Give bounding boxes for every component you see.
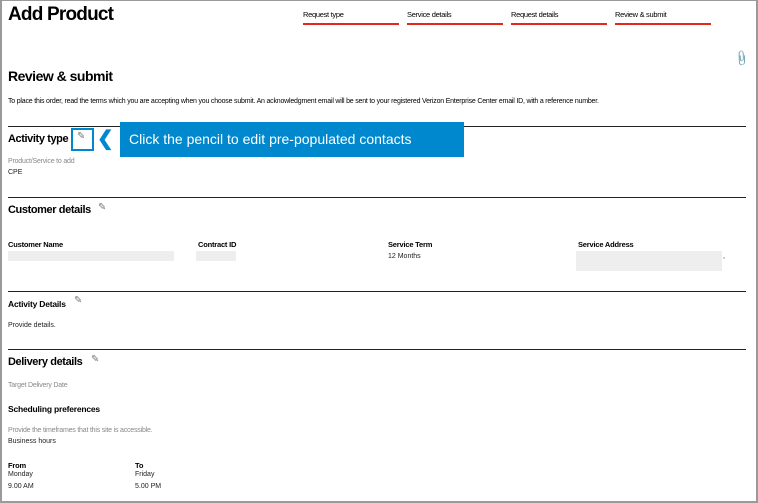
from-label: From: [8, 461, 26, 470]
customer-name-label: Customer Name: [8, 240, 63, 249]
service-address-label: Service Address: [578, 240, 634, 249]
delivery-details-title: Delivery details: [8, 356, 83, 368]
to-day: Friday: [135, 471, 155, 478]
to-label: To: [135, 461, 144, 470]
pencil-icon[interactable]: ✎: [77, 131, 85, 142]
scheduling-value: Business hours: [8, 438, 56, 445]
service-address-value: [576, 251, 722, 271]
activity-type-title: Activity type: [8, 133, 69, 145]
step-request-type[interactable]: Request type: [303, 10, 399, 25]
pencil-icon[interactable]: ✎: [74, 295, 82, 306]
product-label: Product/Service to add: [8, 158, 75, 165]
service-address-comma: ,: [723, 253, 725, 260]
divider: [8, 349, 746, 350]
divider: [8, 291, 746, 292]
step-review-submit[interactable]: Review & submit: [615, 10, 711, 25]
step-request-details[interactable]: Request details: [511, 10, 607, 25]
target-delivery-label: Target Delivery Date: [8, 382, 68, 389]
pencil-icon[interactable]: ✎: [98, 202, 106, 213]
activity-details-value: Provide details.: [8, 322, 56, 329]
contract-id-value: [196, 251, 236, 261]
pencil-icon[interactable]: ✎: [91, 354, 99, 365]
customer-details-title: Customer details: [8, 204, 91, 216]
service-term-label: Service Term: [388, 240, 433, 249]
step-service-details[interactable]: Service details: [407, 10, 503, 25]
scheduling-hint: Provide the timeframes that this site is…: [8, 427, 153, 434]
divider: [8, 197, 746, 198]
from-day: Monday: [8, 471, 33, 478]
chevron-left-icon: ❮: [97, 128, 114, 150]
customer-name-value: [8, 251, 174, 261]
product-value: CPE: [8, 169, 23, 176]
page-title: Add Product: [8, 4, 114, 25]
service-term-value: 12 Months: [388, 253, 421, 260]
review-title: Review & submit: [8, 68, 113, 84]
from-time: 9.00 AM: [8, 483, 34, 490]
review-intro: To place this order, read the terms whic…: [8, 98, 599, 105]
tooltip-callout: Click the pencil to edit pre-populated c…: [120, 122, 464, 157]
contract-id-label: Contract ID: [198, 240, 237, 249]
scheduling-title: Scheduling preferences: [8, 404, 100, 414]
to-time: 5.00 PM: [135, 483, 162, 490]
activity-details-title: Activity Details: [8, 299, 66, 309]
